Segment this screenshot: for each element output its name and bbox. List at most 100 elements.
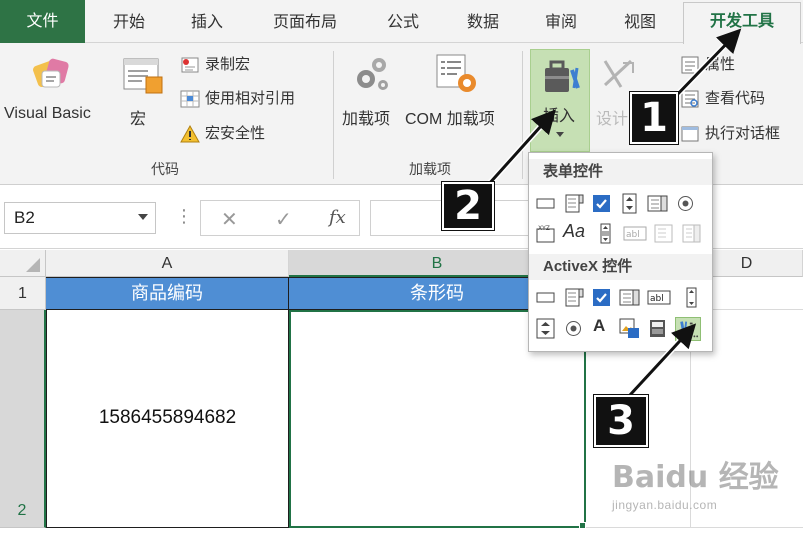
warning-icon [180, 124, 200, 144]
visual-basic-icon [32, 55, 72, 93]
macro-security-button[interactable]: 宏安全性 [180, 122, 265, 146]
name-box-value: B2 [14, 208, 35, 227]
row-header-1[interactable]: 1 [0, 277, 46, 310]
baidu-jingyan-watermark: Baidu 经验 jingyan.baidu.com [612, 452, 792, 522]
formula-buttons: ✕ ✓ fx [200, 200, 360, 236]
toolbox-icon [539, 56, 583, 98]
activex-textbox-icon[interactable]: abl [647, 287, 671, 308]
macro-label: 宏 [130, 111, 147, 128]
run-dialog-icon [680, 124, 700, 144]
cancel-icon[interactable]: ✕ [221, 207, 238, 232]
activex-combobox-icon[interactable] [563, 287, 584, 308]
cell-a1[interactable]: 商品编码 [46, 277, 289, 310]
use-relative-ref-button[interactable]: 使用相对引用 [180, 87, 295, 111]
addins-group-label: 加载项 [409, 161, 451, 177]
tab-developer[interactable]: 开发工具 [683, 2, 801, 44]
com-addins-icon [435, 53, 479, 95]
more-controls-icon[interactable] [675, 317, 701, 341]
more-options-icon[interactable]: ⋮ [175, 206, 193, 227]
watermark-cn: 经验 [718, 460, 779, 495]
form-combobox-icon[interactable] [563, 193, 584, 214]
use-relative-ref-label: 使用相对引用 [205, 90, 296, 107]
tab-file[interactable]: 文件 [0, 0, 85, 43]
code-group-label: 代码 [151, 161, 179, 177]
activex-toggle-button-icon[interactable] [647, 318, 668, 339]
form-label-icon[interactable]: Aa [563, 221, 591, 242]
callout-marker-3: 3 [594, 395, 648, 447]
watermark-url: jingyan.baidu.com [612, 498, 718, 512]
group-separator [522, 51, 523, 179]
column-header-a[interactable]: A [46, 250, 289, 277]
form-button-icon[interactable] [535, 193, 556, 214]
macro-button[interactable]: 宏 [114, 49, 170, 139]
activex-listbox-icon[interactable] [619, 287, 640, 308]
record-macro-icon [180, 55, 200, 75]
enter-icon[interactable]: ✓ [275, 207, 292, 232]
properties-label: 属性 [705, 56, 736, 73]
activex-image-icon[interactable] [619, 318, 640, 339]
view-code-label: 查看代码 [705, 90, 766, 107]
tab-page-layout[interactable]: 页面布局 [258, 8, 352, 38]
activex-button-icon[interactable] [535, 287, 556, 308]
activex-option-button-icon[interactable] [563, 318, 584, 339]
form-checkbox-icon[interactable] [591, 193, 612, 214]
tab-insert[interactable]: 插入 [174, 8, 240, 38]
view-code-icon [680, 89, 700, 109]
form-groupbox-icon[interactable]: XYZ [535, 223, 556, 244]
record-macro-label: 录制宏 [205, 56, 251, 73]
design-mode-label: 设计 [596, 111, 629, 128]
form-listbox-icon[interactable] [647, 193, 668, 214]
form-spinner-icon[interactable] [619, 193, 640, 214]
properties-icon [680, 55, 700, 75]
chevron-down-icon[interactable] [138, 214, 148, 220]
visual-basic-button[interactable]: Visual Basic [4, 49, 110, 139]
com-addins-label: COM 加载项 [405, 111, 495, 128]
callout-marker-1: 1 [630, 92, 678, 144]
form-combo-dropdown-icon[interactable] [681, 223, 702, 244]
form-combo-list-icon[interactable] [653, 223, 674, 244]
form-option-button-icon[interactable] [675, 193, 696, 214]
row-header-2[interactable]: 2 [0, 310, 46, 528]
activex-spinbutton-icon[interactable] [535, 318, 556, 339]
form-controls-heading: 表单控件 [529, 159, 712, 185]
macro-icon [122, 55, 164, 95]
tab-review[interactable]: 审阅 [528, 8, 594, 38]
chevron-down-icon [556, 132, 564, 137]
group-separator [333, 51, 334, 179]
properties-button[interactable]: 属性 [680, 53, 735, 77]
svg-text:abl: abl [650, 294, 664, 304]
tab-data[interactable]: 数据 [450, 8, 516, 38]
activex-controls-heading: ActiveX 控件 [529, 254, 712, 280]
tab-view[interactable]: 视图 [607, 8, 673, 38]
gears-icon [352, 53, 392, 95]
name-box[interactable]: B2 [4, 202, 156, 234]
ribbon-tab-bar: 文件 开始 插入 页面布局 公式 数据 审阅 视图 开发工具 [0, 0, 803, 44]
record-macro-button[interactable]: 录制宏 [180, 53, 250, 77]
visual-basic-label: Visual Basic [4, 105, 91, 122]
insert-controls-button[interactable]: 插入 [530, 49, 590, 152]
activex-scrollbar-icon[interactable] [681, 287, 702, 308]
callout-marker-2: 2 [442, 182, 494, 230]
select-all-corner[interactable] [0, 250, 46, 277]
view-code-button[interactable]: 查看代码 [680, 87, 765, 111]
com-addins-button[interactable]: COM 加载项 [405, 49, 515, 139]
run-dialog-label: 执行对话框 [705, 125, 781, 142]
addins-label: 加载项 [342, 111, 391, 128]
relative-ref-icon [180, 89, 200, 109]
form-textfield-icon[interactable]: abl [623, 223, 647, 244]
insert-controls-dropdown: 表单控件 XYZ Aa abl ActiveX 控件 abl A [528, 152, 713, 352]
watermark-brand: Baidu [612, 460, 709, 495]
activex-checkbox-icon[interactable] [591, 287, 612, 308]
insert-controls-label: 插入 [543, 108, 576, 125]
tab-formulas[interactable]: 公式 [370, 8, 436, 38]
form-scrollbar-icon[interactable] [595, 223, 616, 244]
fill-handle[interactable] [579, 522, 586, 529]
activex-label-icon[interactable]: A [593, 316, 614, 337]
macro-security-label: 宏安全性 [205, 125, 266, 142]
run-dialog-button[interactable]: 执行对话框 [680, 122, 780, 146]
tab-home[interactable]: 开始 [96, 8, 162, 38]
svg-text:XYZ: XYZ [538, 225, 550, 232]
cell-a2[interactable]: 1586455894682 [46, 310, 289, 528]
insert-function-icon[interactable]: fx [329, 207, 346, 228]
addins-button[interactable]: 加载项 [342, 49, 404, 139]
